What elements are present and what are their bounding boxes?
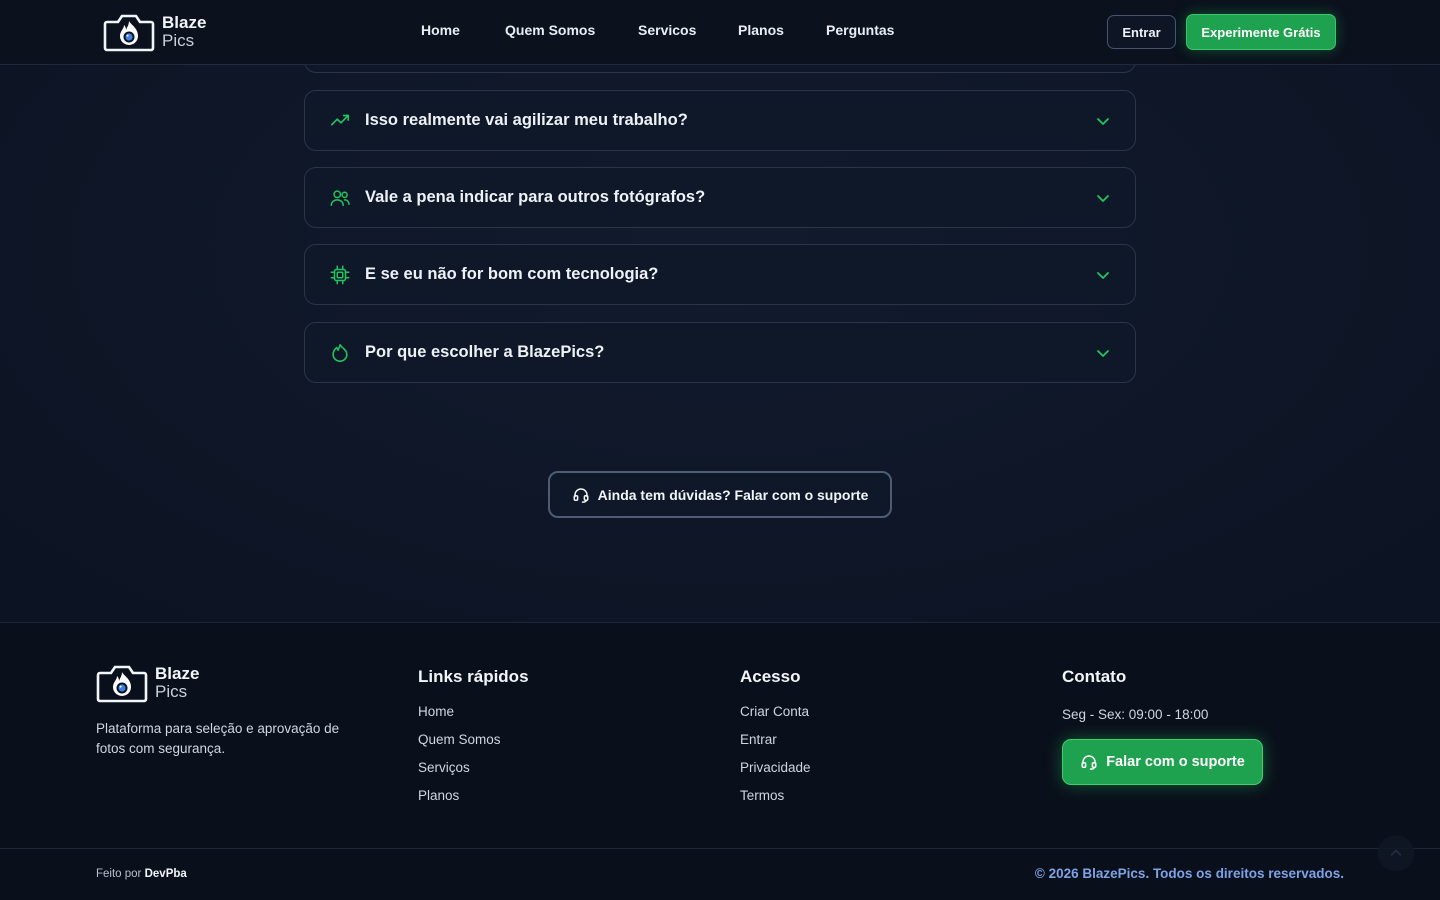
headset-icon	[1081, 755, 1097, 770]
faq-item[interactable]: E se eu não for bom com tecnologia?	[304, 244, 1136, 305]
footer-divider	[0, 848, 1440, 849]
faq-item[interactable]: Vale a pena indicar para outros fotógraf…	[304, 167, 1136, 228]
chevron-down-icon[interactable]	[1095, 267, 1111, 283]
login-button[interactable]: Entrar	[1107, 15, 1176, 49]
faq-support-button[interactable]: Ainda tem dúvidas? Falar com o suporte	[548, 471, 892, 518]
faq-item[interactable]: Por que escolher a BlazePics?	[304, 322, 1136, 383]
camera-flame-logo-icon	[96, 665, 148, 703]
users-icon	[330, 189, 350, 206]
support-button[interactable]: Falar com o suporte	[1062, 739, 1263, 785]
nav-planos[interactable]: Planos	[738, 22, 784, 38]
brand-logo[interactable]: Blaze Pics	[103, 12, 206, 52]
brand-subname: Pics	[162, 31, 195, 50]
nav-perguntas[interactable]: Perguntas	[826, 22, 894, 38]
footer-description: Plataforma para seleção e aprovação de f…	[96, 721, 340, 756]
faq-question: Por que escolher a BlazePics?	[365, 343, 605, 361]
made-by-name[interactable]: DevPba	[145, 868, 187, 880]
chevron-down-icon[interactable]	[1095, 345, 1111, 361]
faq-question: Vale a pena indicar para outros fotógraf…	[365, 188, 706, 206]
faq-item[interactable]: Isso realmente vai agilizar meu trabalho…	[304, 90, 1136, 151]
copyright: © 2026 BlazePics. Todos os direitos rese…	[1034, 866, 1344, 881]
site-footer: Blaze Pics Plataforma para seleção e apr…	[0, 622, 1440, 900]
site-header: Blaze Pics Home Quem Somos Servicos Plan…	[0, 0, 1440, 65]
footer-link-home[interactable]: Home	[418, 704, 454, 719]
free-trial-button[interactable]: Experimente Grátis	[1186, 14, 1336, 50]
nav-quem-somos[interactable]: Quem Somos	[505, 22, 595, 38]
chevron-down-icon[interactable]	[1095, 190, 1111, 206]
made-by: Feito por DevPba	[96, 868, 187, 880]
business-hours: Seg - Sex: 09:00 - 18:00	[1062, 707, 1209, 722]
footer-brand-logo[interactable]: Blaze Pics	[96, 663, 199, 703]
faq-support-label: Ainda tem dúvidas? Falar com o suporte	[597, 486, 869, 503]
cpu-chip-icon	[330, 265, 350, 284]
headset-icon	[573, 487, 589, 503]
brand-name: Blaze	[162, 13, 207, 33]
flame-icon	[332, 343, 348, 362]
footer-link-servicos[interactable]: Serviços	[418, 760, 470, 775]
made-by-prefix: Feito por	[96, 868, 142, 880]
quick-links-title: Links rápidos	[418, 667, 529, 686]
footer-link-entrar[interactable]: Entrar	[740, 732, 777, 747]
support-button-label: Falar com o suporte	[1106, 754, 1245, 770]
chevron-down-icon[interactable]	[1095, 113, 1111, 129]
nav-home[interactable]: Home	[421, 22, 460, 38]
camera-flame-logo-icon	[103, 14, 155, 52]
contact-title: Contato	[1062, 667, 1127, 686]
faq-question: E se eu não for bom com tecnologia?	[365, 265, 659, 283]
footer-link-criar-conta[interactable]: Criar Conta	[740, 704, 809, 719]
nav-servicos[interactable]: Servicos	[638, 22, 696, 38]
faq-question: Isso realmente vai agilizar meu trabalho…	[365, 111, 688, 129]
footer-link-privacidade[interactable]: Privacidade	[740, 760, 811, 775]
chevron-up-icon	[1390, 849, 1402, 856]
scroll-to-top-button[interactable]	[1378, 835, 1414, 871]
footer-link-quem-somos[interactable]: Quem Somos	[418, 732, 501, 747]
access-title: Acesso	[740, 667, 801, 686]
trending-up-icon	[330, 114, 350, 125]
brand-subname: Pics	[155, 682, 188, 701]
footer-link-termos[interactable]: Termos	[740, 788, 784, 803]
footer-link-planos[interactable]: Planos	[418, 788, 459, 803]
brand-name: Blaze	[155, 664, 200, 684]
